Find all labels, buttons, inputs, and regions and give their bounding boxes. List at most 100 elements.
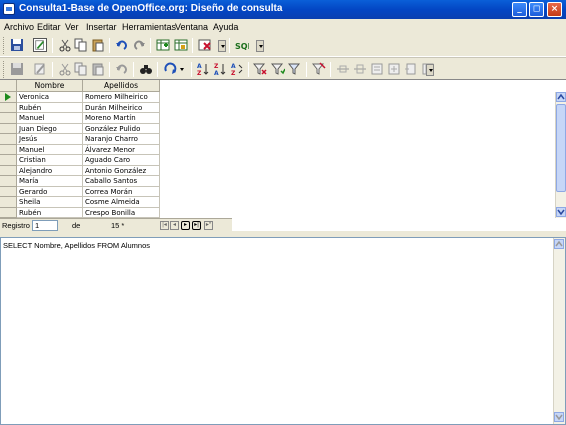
menu-archivo[interactable]: Archivo	[4, 22, 34, 32]
scroll-down-button[interactable]	[556, 207, 566, 217]
add-table-icon[interactable]	[156, 38, 170, 52]
standard-filter-icon[interactable]	[288, 62, 302, 76]
sql-view-icon[interactable]: SQL	[235, 38, 249, 52]
data-to-text-icon[interactable]	[336, 62, 350, 76]
scroll-up-button[interactable]	[556, 92, 566, 102]
row-header[interactable]	[0, 197, 17, 208]
menu-editar[interactable]: Editar	[37, 22, 61, 32]
row-header-current[interactable]	[0, 92, 17, 103]
row-header[interactable]	[0, 165, 17, 176]
first-record-button[interactable]: |◂	[160, 221, 169, 230]
menu-ver[interactable]: Ver	[65, 22, 79, 32]
cell-nombre[interactable]: Alejandro	[17, 165, 83, 176]
cut-icon[interactable]	[58, 38, 72, 52]
sort-icon[interactable]: AZ	[230, 62, 244, 76]
row-header[interactable]	[0, 207, 17, 218]
scroll-down-button[interactable]	[554, 412, 564, 422]
save-record-icon[interactable]	[10, 62, 24, 76]
edit-mode-icon[interactable]	[33, 38, 47, 52]
redo-icon[interactable]	[132, 38, 146, 52]
cell-apellidos[interactable]: Aguado Caro	[83, 155, 160, 166]
cell-apellidos[interactable]: Caballo Santos	[83, 176, 160, 187]
row-header[interactable]	[0, 123, 17, 134]
find-record-icon[interactable]	[139, 62, 153, 76]
cell-nombre[interactable]: Manuel	[17, 113, 83, 124]
cell-apellidos[interactable]: González Pulido	[83, 123, 160, 134]
new-record-button[interactable]: ▸*	[204, 221, 213, 230]
cell-apellidos[interactable]: Correa Morán	[83, 186, 160, 197]
edit-data-icon[interactable]	[33, 62, 47, 76]
row-header[interactable]	[0, 144, 17, 155]
undo-data-icon[interactable]	[115, 62, 129, 76]
query-design-icon[interactable]	[174, 38, 188, 52]
cell-apellidos[interactable]: Naranjo Charro	[83, 134, 160, 145]
sort-ascending-icon[interactable]: AZ	[196, 62, 210, 76]
cell-nombre[interactable]: María	[17, 176, 83, 187]
toolbar-grip[interactable]	[3, 61, 6, 78]
row-header[interactable]	[0, 113, 17, 124]
next-record-button[interactable]: ▸	[181, 221, 190, 230]
row-header[interactable]	[0, 155, 17, 166]
sql-vertical-scrollbar[interactable]	[553, 238, 565, 424]
remove-filter-icon[interactable]	[312, 62, 326, 76]
row-header[interactable]	[0, 176, 17, 187]
previous-record-button[interactable]: ◂	[170, 221, 179, 230]
data-to-fields-icon[interactable]	[353, 62, 367, 76]
menu-ayuda[interactable]: Ayuda	[213, 22, 238, 32]
cell-nombre[interactable]: Jesús	[17, 134, 83, 145]
toolbar2-options-arrow[interactable]	[426, 64, 434, 76]
paste-icon[interactable]	[91, 38, 105, 52]
copy-icon[interactable]	[74, 38, 88, 52]
menu-herramientas[interactable]: Herramientas	[122, 22, 176, 32]
mail-merge-icon[interactable]	[370, 62, 384, 76]
cut-data-icon[interactable]	[58, 62, 72, 76]
last-record-button[interactable]: ▸|	[192, 221, 201, 230]
row-header[interactable]	[0, 134, 17, 145]
cell-nombre[interactable]: Juan Diego	[17, 123, 83, 134]
refresh-icon[interactable]	[163, 62, 177, 76]
column-header-apellidos[interactable]: Apellidos	[83, 80, 160, 92]
row-header[interactable]	[0, 102, 17, 113]
cell-apellidos[interactable]: Álvarez Menor	[83, 144, 160, 155]
grid-vertical-scrollbar[interactable]	[555, 92, 566, 218]
report-icon[interactable]	[387, 62, 401, 76]
scroll-up-button[interactable]	[554, 239, 564, 249]
sql-statement[interactable]: SELECT Nombre, Apellidos FROM Alumnos	[3, 241, 150, 250]
paste-data-icon[interactable]	[91, 62, 105, 76]
record-number-field[interactable]: 1	[32, 220, 58, 231]
cell-nombre[interactable]: Cristian	[17, 155, 83, 166]
row-header[interactable]	[0, 186, 17, 197]
menu-insertar[interactable]: Insertar	[86, 22, 117, 32]
clear-dropdown-arrow[interactable]	[218, 40, 226, 52]
cell-apellidos[interactable]: Moreno Martín	[83, 113, 160, 124]
refresh-dropdown-arrow[interactable]	[178, 64, 186, 76]
close-button[interactable]: ×	[547, 2, 562, 17]
minimize-button[interactable]: _	[512, 2, 527, 17]
toolbar-grip[interactable]	[3, 37, 6, 54]
clear-query-icon[interactable]	[198, 38, 212, 52]
menu-ventana[interactable]: Ventana	[175, 22, 208, 32]
cell-apellidos[interactable]: Antonio González	[83, 165, 160, 176]
toolbar-options-arrow[interactable]	[256, 40, 264, 52]
cell-nombre[interactable]: Rubén	[17, 102, 83, 113]
sort-descending-icon[interactable]: ZA	[213, 62, 227, 76]
cell-nombre[interactable]: Rubén	[17, 207, 83, 218]
scroll-thumb[interactable]	[556, 104, 566, 192]
sql-editor[interactable]: SELECT Nombre, Apellidos FROM Alumnos	[0, 237, 566, 425]
apply-filter-icon[interactable]	[271, 62, 285, 76]
undo-icon[interactable]	[115, 38, 129, 52]
cell-apellidos[interactable]: Cosme Almeida	[83, 197, 160, 208]
data-source-icon[interactable]	[404, 62, 418, 76]
cell-nombre[interactable]: Manuel	[17, 144, 83, 155]
maximize-button[interactable]: ◻	[529, 2, 544, 17]
cell-nombre[interactable]: Veronica	[17, 92, 83, 103]
autofilter-icon[interactable]	[253, 62, 267, 76]
cell-nombre[interactable]: Gerardo	[17, 186, 83, 197]
save-icon[interactable]	[10, 38, 24, 52]
cell-apellidos[interactable]: Romero Milheirico	[83, 92, 160, 103]
app-icon[interactable]	[3, 3, 15, 15]
cell-apellidos[interactable]: Crespo Bonilla	[83, 207, 160, 218]
copy-data-icon[interactable]	[74, 62, 88, 76]
cell-apellidos[interactable]: Durán Milheirico	[83, 102, 160, 113]
column-header-nombre[interactable]: Nombre	[17, 80, 83, 92]
